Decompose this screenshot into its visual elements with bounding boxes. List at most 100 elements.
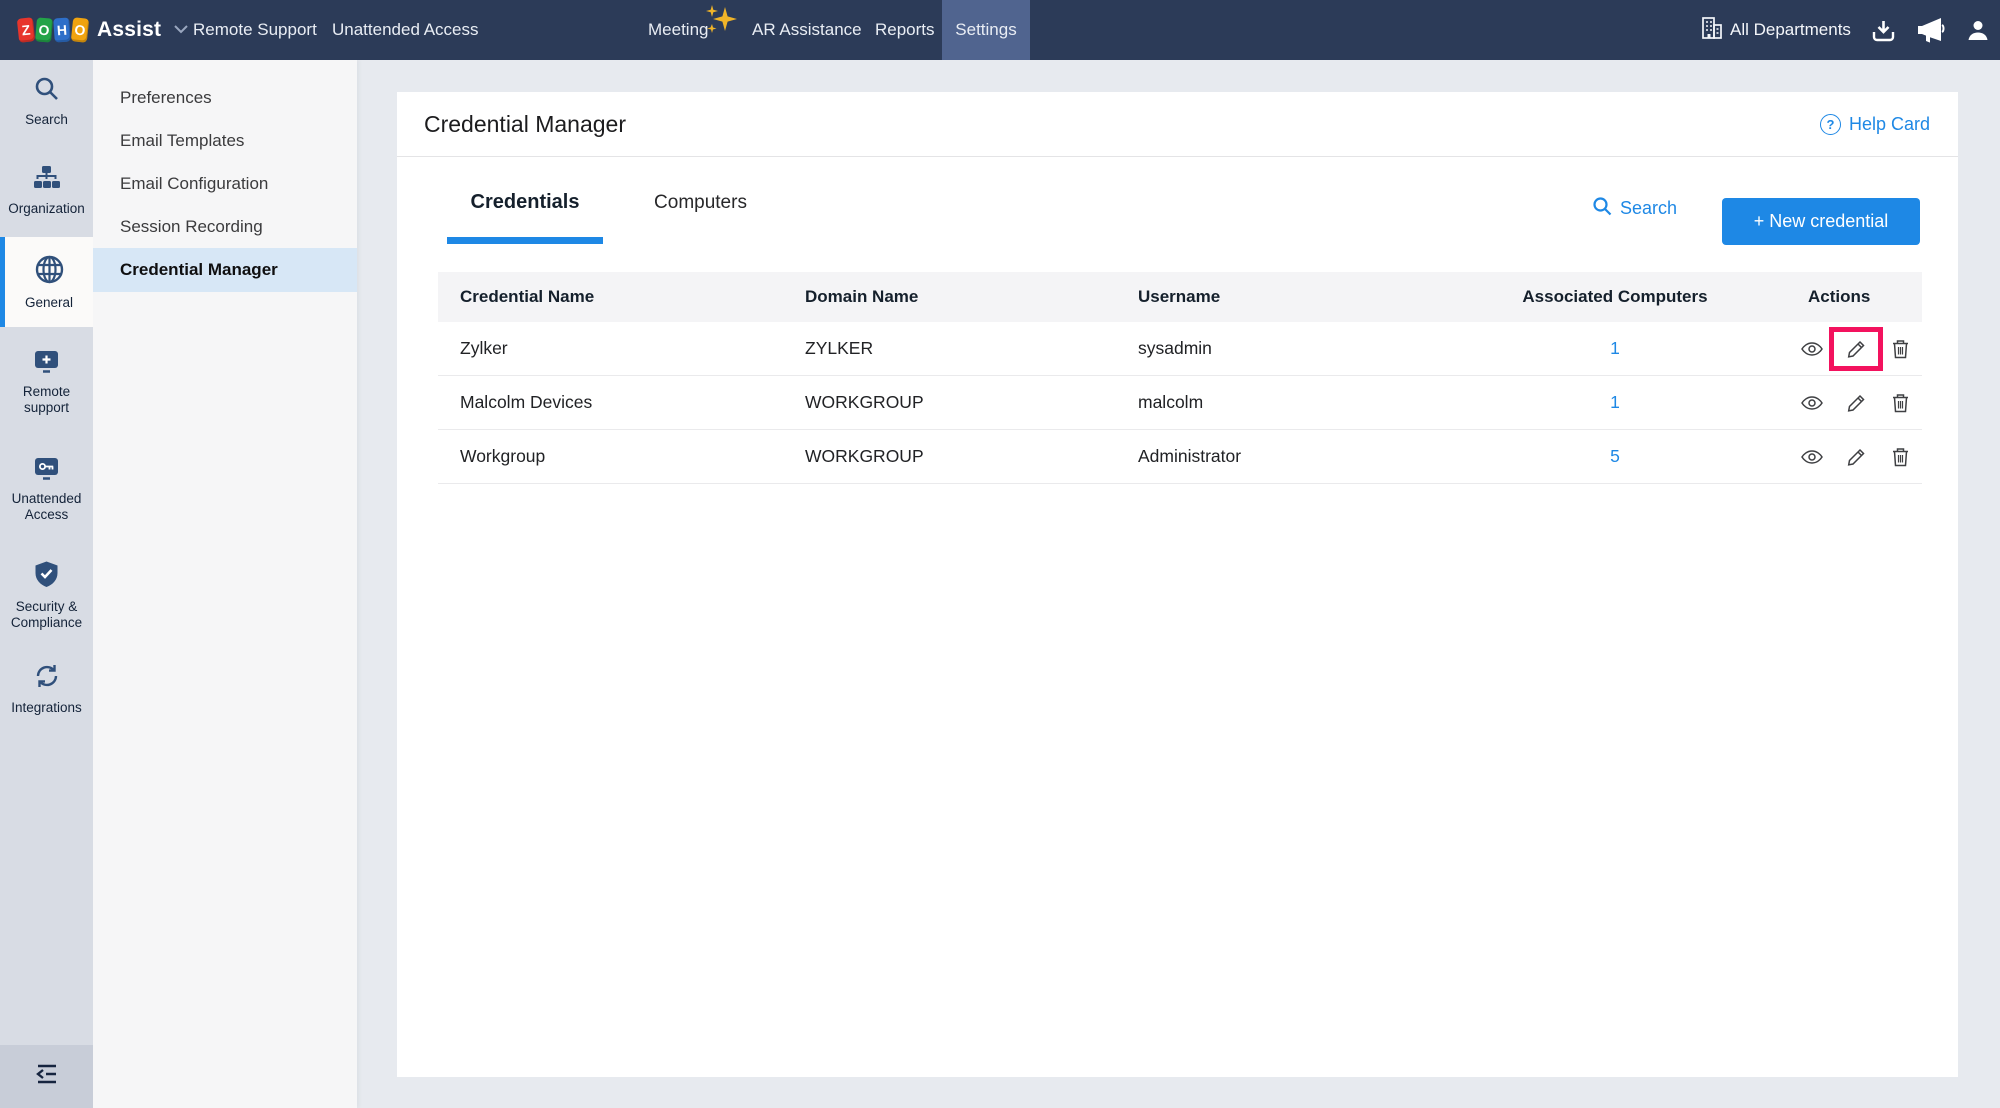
menu-item-email-configuration[interactable]: Email Configuration	[93, 162, 357, 206]
table-search-button[interactable]: Search	[1592, 190, 1677, 226]
edit-credential-button[interactable]	[1845, 393, 1867, 412]
credentials-table: Credential Name Domain Name Username Ass…	[438, 272, 1922, 484]
cell-credential-name: Zylker	[438, 338, 805, 359]
org-chart-icon	[33, 165, 60, 196]
tab-credentials-active[interactable]: Credentials	[447, 191, 603, 214]
cell-credential-name: Malcolm Devices	[438, 392, 805, 413]
associated-computers-link[interactable]: 5	[1610, 446, 1620, 466]
sync-arrows-icon	[33, 662, 61, 695]
sidebar-item-security-compliance[interactable]: Security & Compliance	[0, 555, 93, 635]
associated-computers-link[interactable]: 1	[1610, 392, 1620, 412]
view-credential-button[interactable]	[1801, 395, 1823, 410]
sidebar-item-remote-support[interactable]: Remote support	[0, 340, 93, 424]
help-card-link[interactable]: ? Help Card	[1820, 92, 1930, 157]
sidebar-item-general-active[interactable]: General	[0, 237, 93, 327]
cell-domain-name: WORKGROUP	[805, 392, 1138, 413]
edit-credential-button[interactable]	[1845, 447, 1867, 466]
nav-settings-active[interactable]: Settings	[942, 0, 1030, 60]
general-settings-menu: Preferences Email Templates Email Config…	[93, 60, 357, 1108]
all-departments-selector[interactable]: All Departments	[1700, 0, 1851, 60]
delete-credential-button[interactable]	[1889, 393, 1911, 413]
new-credential-button[interactable]: + New credential	[1722, 198, 1920, 245]
menu-item-credential-manager-active[interactable]: Credential Manager	[93, 248, 357, 292]
nav-label: Meeting	[648, 20, 708, 40]
rail-label: Unattended Access	[3, 491, 91, 523]
announcements-megaphone-button[interactable]	[1914, 0, 1947, 60]
menu-item-session-recording[interactable]: Session Recording	[93, 205, 357, 249]
cell-actions	[1800, 376, 1922, 429]
chevron-down-icon[interactable]	[173, 21, 189, 39]
menu-item-email-templates[interactable]: Email Templates	[93, 119, 357, 163]
search-icon	[1592, 196, 1612, 221]
nav-ar-assistance[interactable]: AR Assistance	[752, 0, 862, 60]
cell-actions	[1800, 430, 1922, 483]
sidebar-item-search[interactable]: Search	[0, 70, 93, 132]
rail-label: Organization	[3, 201, 91, 217]
main-content: Credential Manager ? Help Card Credentia…	[357, 60, 2000, 1108]
credential-manager-card: Credential Manager ? Help Card Credentia…	[397, 92, 1958, 1077]
rail-label: Integrations	[3, 700, 91, 716]
col-header-domain-name: Domain Name	[805, 287, 1138, 307]
col-header-actions: Actions	[1800, 272, 1922, 322]
view-credential-button[interactable]	[1801, 449, 1823, 464]
rail-label: Search	[3, 112, 91, 128]
logo-tile-o2: O	[71, 17, 89, 43]
cell-username: Administrator	[1138, 446, 1430, 467]
cell-domain-name: ZYLKER	[805, 338, 1138, 359]
globe-icon	[34, 254, 65, 290]
search-label: Search	[1620, 198, 1677, 219]
col-header-username: Username	[1138, 287, 1430, 307]
edit-credential-button[interactable]	[1845, 339, 1867, 358]
logo-tile-o1: O	[35, 17, 53, 42]
sidebar-item-organization[interactable]: Organization	[0, 160, 93, 222]
nav-label: Unattended Access	[332, 20, 478, 40]
nav-unattended-access[interactable]: Unattended Access	[332, 0, 478, 60]
settings-category-rail: Search Organization General	[0, 60, 93, 1108]
tab-computers[interactable]: Computers	[633, 192, 768, 214]
shield-check-icon	[33, 560, 60, 594]
cell-actions	[1800, 322, 1922, 375]
sidebar-item-integrations[interactable]: Integrations	[0, 658, 93, 720]
page-title: Credential Manager	[424, 111, 626, 138]
cell-username: sysadmin	[1138, 338, 1430, 359]
nav-label: AR Assistance	[752, 20, 862, 40]
logo-tile-z: Z	[17, 17, 35, 43]
download-button[interactable]	[1870, 0, 1897, 60]
cell-domain-name: WORKGROUP	[805, 446, 1138, 467]
rail-label: Security & Compliance	[3, 599, 91, 631]
building-icon	[1700, 16, 1723, 45]
product-name: Assist	[97, 18, 161, 42]
collapse-panel-icon	[34, 1063, 60, 1090]
nav-remote-support[interactable]: Remote Support	[193, 0, 317, 60]
table-header-row: Credential Name Domain Name Username Ass…	[438, 272, 1922, 322]
table-row-workgroup: Workgroup WORKGROUP Administrator 5	[438, 430, 1922, 484]
search-icon	[33, 75, 60, 107]
cell-username: malcolm	[1138, 392, 1430, 413]
delete-credential-button[interactable]	[1889, 447, 1911, 467]
nav-label: Remote Support	[193, 20, 317, 40]
table-row-zylker: Zylker ZYLKER sysadmin 1	[438, 322, 1922, 376]
logo-tile-h: H	[53, 17, 71, 42]
help-label: Help Card	[1849, 114, 1930, 135]
cell-credential-name: Workgroup	[438, 446, 805, 467]
zoho-assist-logo[interactable]: Z O H O Assist	[18, 0, 189, 60]
associated-computers-link[interactable]: 1	[1610, 338, 1620, 358]
collapse-sidebar-button[interactable]	[0, 1045, 93, 1108]
nav-label: Settings	[955, 20, 1016, 40]
view-credential-button[interactable]	[1801, 341, 1823, 356]
active-tab-underline	[447, 237, 603, 244]
sidebar-item-unattended-access[interactable]: Unattended Access	[0, 445, 93, 533]
zoho-logo: Z O H O	[18, 18, 88, 42]
user-account-button[interactable]	[1966, 0, 1990, 60]
nav-reports[interactable]: Reports	[875, 0, 935, 60]
top-navigation-bar: Z O H O Assist Remote Support Unattended…	[0, 0, 2000, 60]
delete-credential-button[interactable]	[1889, 339, 1911, 359]
rail-label: Remote support	[3, 384, 91, 416]
departments-label: All Departments	[1730, 20, 1851, 40]
sparkle-icon	[703, 2, 741, 41]
card-header: Credential Manager ? Help Card	[397, 92, 1958, 157]
nav-meeting[interactable]: Meeting	[648, 0, 708, 60]
rail-label: General	[5, 295, 93, 311]
menu-item-preferences[interactable]: Preferences	[93, 76, 357, 120]
col-header-credential-name: Credential Name	[438, 287, 805, 307]
